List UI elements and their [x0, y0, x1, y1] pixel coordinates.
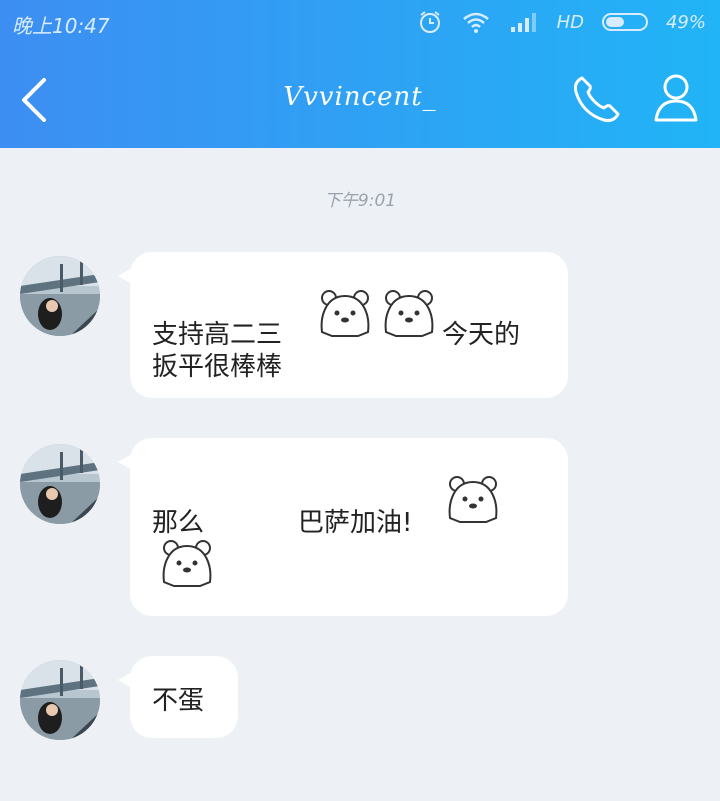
signal-icon	[510, 13, 536, 32]
message-bubble[interactable]: 不蛋	[118, 656, 238, 738]
wifi-icon	[462, 12, 489, 33]
phone-icon[interactable]	[568, 72, 624, 128]
polar-bear-emoji-icon	[320, 290, 370, 337]
message-text: 巴萨加油!	[298, 508, 413, 538]
alarm-icon	[419, 11, 440, 33]
avatar-photo	[20, 444, 100, 524]
polar-bear-emoji-icon	[448, 476, 498, 523]
message-bubble[interactable]: 支持高二三 今天的 扳平很棒棒	[118, 252, 568, 398]
message-text: 扳平很棒棒	[152, 352, 283, 382]
battery-percent: 49%	[665, 11, 706, 33]
top-header: 晚上10:47 HD 49% Vvvincent_	[0, 0, 720, 148]
avatar[interactable]	[20, 256, 100, 336]
title-bar: Vvvincent_	[0, 48, 720, 148]
polar-bear-emoji-icon	[162, 540, 212, 587]
avatar-photo	[20, 256, 100, 336]
polar-bear-emoji-icon	[384, 290, 434, 337]
message-timestamp: 下午9:01	[323, 191, 397, 211]
status-time: 晚上10:47	[12, 14, 110, 38]
message-text: 今天的	[442, 320, 521, 350]
avatar-photo	[20, 660, 100, 740]
status-right: HD 49%	[417, 9, 706, 35]
battery-icon	[601, 13, 648, 31]
message-text: 那么	[152, 508, 205, 538]
status-bar: 晚上10:47 HD 49%	[0, 0, 720, 48]
avatar[interactable]	[20, 660, 100, 740]
network-label: HD	[556, 11, 584, 33]
message-text: 不蛋	[152, 686, 205, 716]
message-bubble[interactable]: 那么 巴萨加油!	[118, 438, 568, 616]
avatar[interactable]	[20, 444, 100, 524]
person-icon[interactable]	[652, 72, 700, 124]
